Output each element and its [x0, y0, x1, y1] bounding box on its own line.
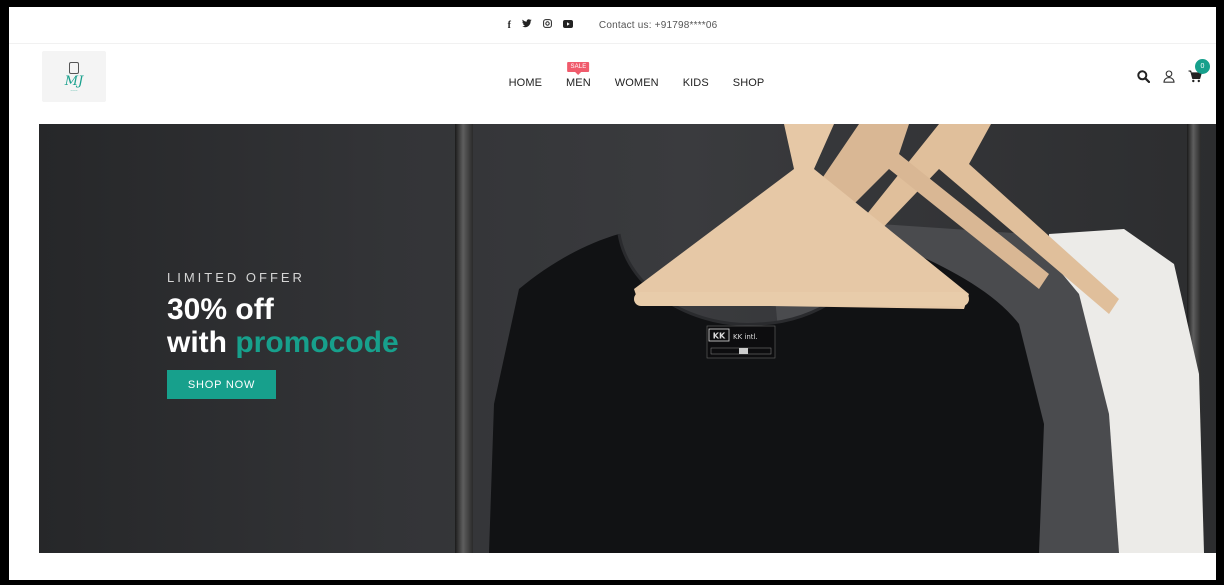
- promocode-highlight: promocode: [235, 326, 399, 359]
- nav-shop[interactable]: SHOP: [733, 77, 765, 89]
- cart-icon[interactable]: 0: [1188, 59, 1210, 83]
- main-nav: HOME SALE MEN WOMEN KIDS SHOP: [9, 44, 1216, 121]
- offer-eyebrow: LIMITED OFFER: [167, 270, 305, 285]
- search-icon[interactable]: [1136, 69, 1150, 83]
- nav-men[interactable]: SALE MEN: [566, 61, 591, 89]
- hero-offer: LIMITED OFFER 30% off with promocode SHO…: [167, 270, 399, 399]
- nav-home[interactable]: HOME: [509, 77, 542, 89]
- nav-kids[interactable]: KIDS: [683, 77, 709, 89]
- page-frame: f Contact us: +91798****06 MJ ~~~~ HOME: [9, 7, 1216, 580]
- instagram-icon[interactable]: [543, 19, 552, 31]
- contact-text: Contact us: +91798****06: [598, 19, 718, 31]
- nav-men-label: MEN: [566, 76, 591, 89]
- twitter-icon[interactable]: [521, 19, 532, 31]
- offer-headline: 30% off with promocode: [167, 293, 399, 359]
- shirt-tag-brand: KK intl.: [733, 333, 758, 341]
- nav-women[interactable]: WOMEN: [615, 77, 659, 89]
- header-icons: 0: [1136, 59, 1210, 83]
- top-bar: f Contact us: +91798****06: [9, 7, 1216, 43]
- hero-banner: KK KK intl. LIMITED OFFER 30% off with p…: [39, 124, 1216, 553]
- offer-line-2: with promocode: [167, 326, 399, 359]
- site-header: MJ ~~~~ HOME SALE MEN WOMEN KIDS SHOP 0: [9, 44, 1216, 121]
- youtube-icon[interactable]: [562, 19, 573, 31]
- offer-line-2-prefix: with: [167, 326, 236, 359]
- shop-now-button[interactable]: SHOP NOW: [167, 370, 276, 399]
- user-icon[interactable]: [1162, 69, 1176, 83]
- facebook-icon[interactable]: f: [508, 20, 511, 31]
- svg-text:KK: KK: [713, 332, 726, 341]
- cart-count-badge: 0: [1195, 59, 1210, 74]
- offer-line-1: 30% off: [167, 293, 274, 326]
- social-links: f: [508, 19, 573, 31]
- sale-badge: SALE: [567, 61, 590, 72]
